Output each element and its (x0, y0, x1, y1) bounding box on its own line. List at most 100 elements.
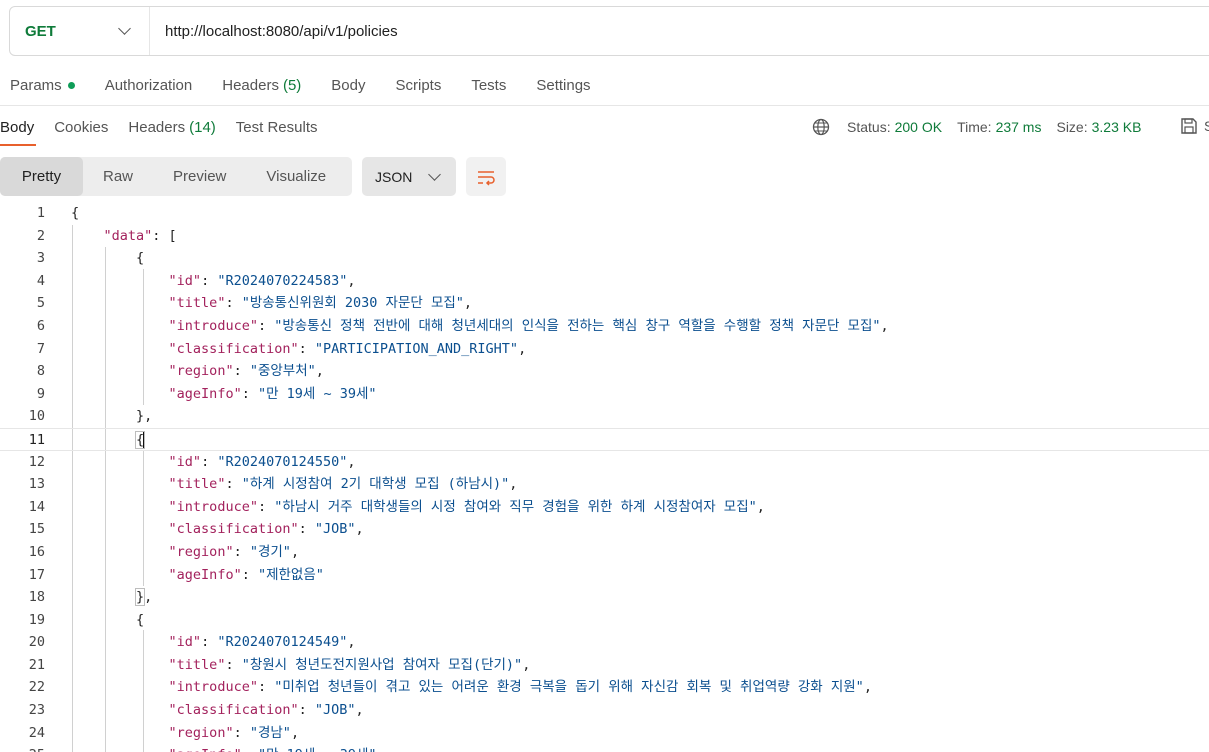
status-value[interactable]: 200 OK (895, 119, 942, 135)
save-icon[interactable] (1180, 117, 1198, 135)
json-punct (71, 454, 169, 470)
response-tab-headers[interactable]: Headers (14) (128, 119, 215, 136)
size-value[interactable]: 3.23 KB (1092, 119, 1142, 135)
json-punct (71, 363, 169, 379)
json-punct: : (298, 702, 315, 719)
wrap-lines-icon (478, 170, 495, 186)
json-key: "id" (168, 272, 202, 289)
json-punct: : (225, 656, 242, 673)
json-punct: }, (71, 408, 153, 425)
json-string: "경기" (249, 543, 291, 560)
method-label: GET (25, 22, 56, 40)
json-key: "introduce" (168, 317, 258, 334)
tab-tests[interactable]: Tests (471, 77, 506, 94)
tab-body-label: Body (331, 76, 366, 94)
json-string: "PARTICIPATION_AND_RIGHT" (314, 340, 519, 357)
code-line: 4 "id": "R2024070224583", (0, 270, 1209, 293)
response-headers-count: (14) (189, 118, 216, 136)
code-text: "region": "경기", (71, 541, 300, 564)
code-line: 2 "data": [ (0, 225, 1209, 248)
json-key: "classification" (168, 521, 299, 538)
method-select[interactable]: GET (10, 7, 150, 55)
time-value[interactable]: 237 ms (996, 119, 1042, 135)
response-tab-test-results[interactable]: Test Results (236, 119, 318, 136)
line-number: 13 (28, 476, 45, 493)
code-text: { (71, 609, 144, 632)
format-label: JSON (375, 168, 413, 185)
json-punct (71, 476, 169, 492)
json-punct: : (241, 385, 258, 402)
code-text: "id": "R2024070124550", (71, 451, 356, 474)
code-text: "introduce": "미취업 청년들이 겪고 있는 어려운 환경 극복을 … (71, 676, 872, 699)
code-text: "id": "R2024070224583", (71, 270, 356, 293)
json-key: "classification" (168, 340, 299, 357)
response-tab-test-results-label: Test Results (235, 118, 318, 136)
code-text: "ageInfo": "만 19세 ~ 39세" (71, 744, 377, 752)
code-line: 10 }, (0, 405, 1209, 428)
tab-body[interactable]: Body (331, 77, 365, 94)
tab-params[interactable]: Params (10, 77, 75, 94)
code-line: 20 "id": "R2024070124549", (0, 631, 1209, 654)
save-response-label[interactable]: S (1204, 118, 1209, 134)
url-input[interactable]: http://localhost:8080/api/v1/policies (150, 23, 398, 40)
json-string: "중앙부처" (249, 363, 316, 380)
tab-authorization[interactable]: Authorization (105, 77, 193, 94)
time-label: Time: (957, 119, 992, 135)
chevron-down-icon (118, 22, 131, 35)
response-body-code[interactable]: 1{2 "data": [3 {4 "id": "R2024070224583"… (0, 202, 1209, 752)
json-punct (71, 567, 169, 583)
code-line: 5 "title": "방송통신위원회 2030 자문단 모집", (0, 292, 1209, 315)
line-number: 17 (28, 566, 45, 583)
json-punct: : (233, 543, 250, 560)
line-number: 14 (28, 498, 45, 515)
format-select[interactable]: JSON (362, 157, 456, 196)
json-string: "제한없음" (257, 566, 324, 583)
json-string: "만 19세 ~ 39세" (257, 385, 377, 402)
json-punct: , (347, 272, 356, 289)
wrap-lines-button[interactable] (466, 157, 506, 196)
tab-settings[interactable]: Settings (536, 77, 590, 94)
json-punct: : (257, 317, 275, 334)
tab-headers[interactable]: Headers (5) (222, 77, 301, 94)
view-raw[interactable]: Raw (83, 157, 153, 196)
code-text: { (71, 429, 146, 452)
line-number: 20 (28, 634, 45, 651)
code-line: 11 { (0, 427, 1209, 452)
view-pretty[interactable]: Pretty (0, 157, 83, 196)
url-bar: GET http://localhost:8080/api/v1/policie… (9, 6, 1209, 56)
json-string: "JOB" (314, 521, 356, 538)
json-punct: : (225, 295, 242, 312)
response-tab-headers-label: Headers (128, 118, 186, 136)
code-line: 23 "classification": "JOB", (0, 699, 1209, 722)
response-tab-body[interactable]: Body (0, 119, 34, 136)
line-number: 18 (28, 589, 45, 606)
json-punct: , (315, 363, 324, 380)
tab-params-label: Params (10, 76, 62, 94)
json-punct: : (233, 363, 250, 380)
json-punct (71, 295, 169, 311)
line-number: 24 (28, 724, 45, 741)
line-number: 11 (28, 431, 45, 448)
tab-scripts[interactable]: Scripts (396, 77, 442, 94)
code-line: 9 "ageInfo": "만 19세 ~ 39세" (0, 383, 1209, 406)
code-line: 21 "title": "창원시 청년도전지원사업 참여자 모집(단기)", (0, 654, 1209, 677)
json-key: "id" (168, 453, 202, 470)
json-key: "introduce" (168, 679, 258, 696)
globe-icon[interactable] (812, 118, 830, 136)
json-punct: , (880, 317, 889, 334)
view-preview[interactable]: Preview (153, 157, 246, 196)
json-punct: , (290, 724, 300, 741)
line-number: 2 (36, 227, 45, 244)
json-punct (71, 499, 169, 515)
code-line: 19 { (0, 609, 1209, 632)
json-string: "창원시 청년도전지원사업 참여자 모집(단기)" (241, 656, 523, 673)
line-number: 21 (28, 656, 45, 673)
json-string: "만 19세 ~ 39세" (258, 747, 377, 752)
code-text: "id": "R2024070124549", (71, 631, 356, 654)
response-tab-cookies[interactable]: Cookies (54, 119, 108, 136)
json-punct: : (298, 340, 315, 357)
view-visualize[interactable]: Visualize (246, 157, 346, 196)
json-punct: { (71, 611, 145, 628)
json-string: "하계 시정참여 2기 대학생 모집 (하남시)" (241, 476, 510, 493)
code-text: "title": "창원시 청년도전지원사업 참여자 모집(단기)", (71, 654, 531, 677)
